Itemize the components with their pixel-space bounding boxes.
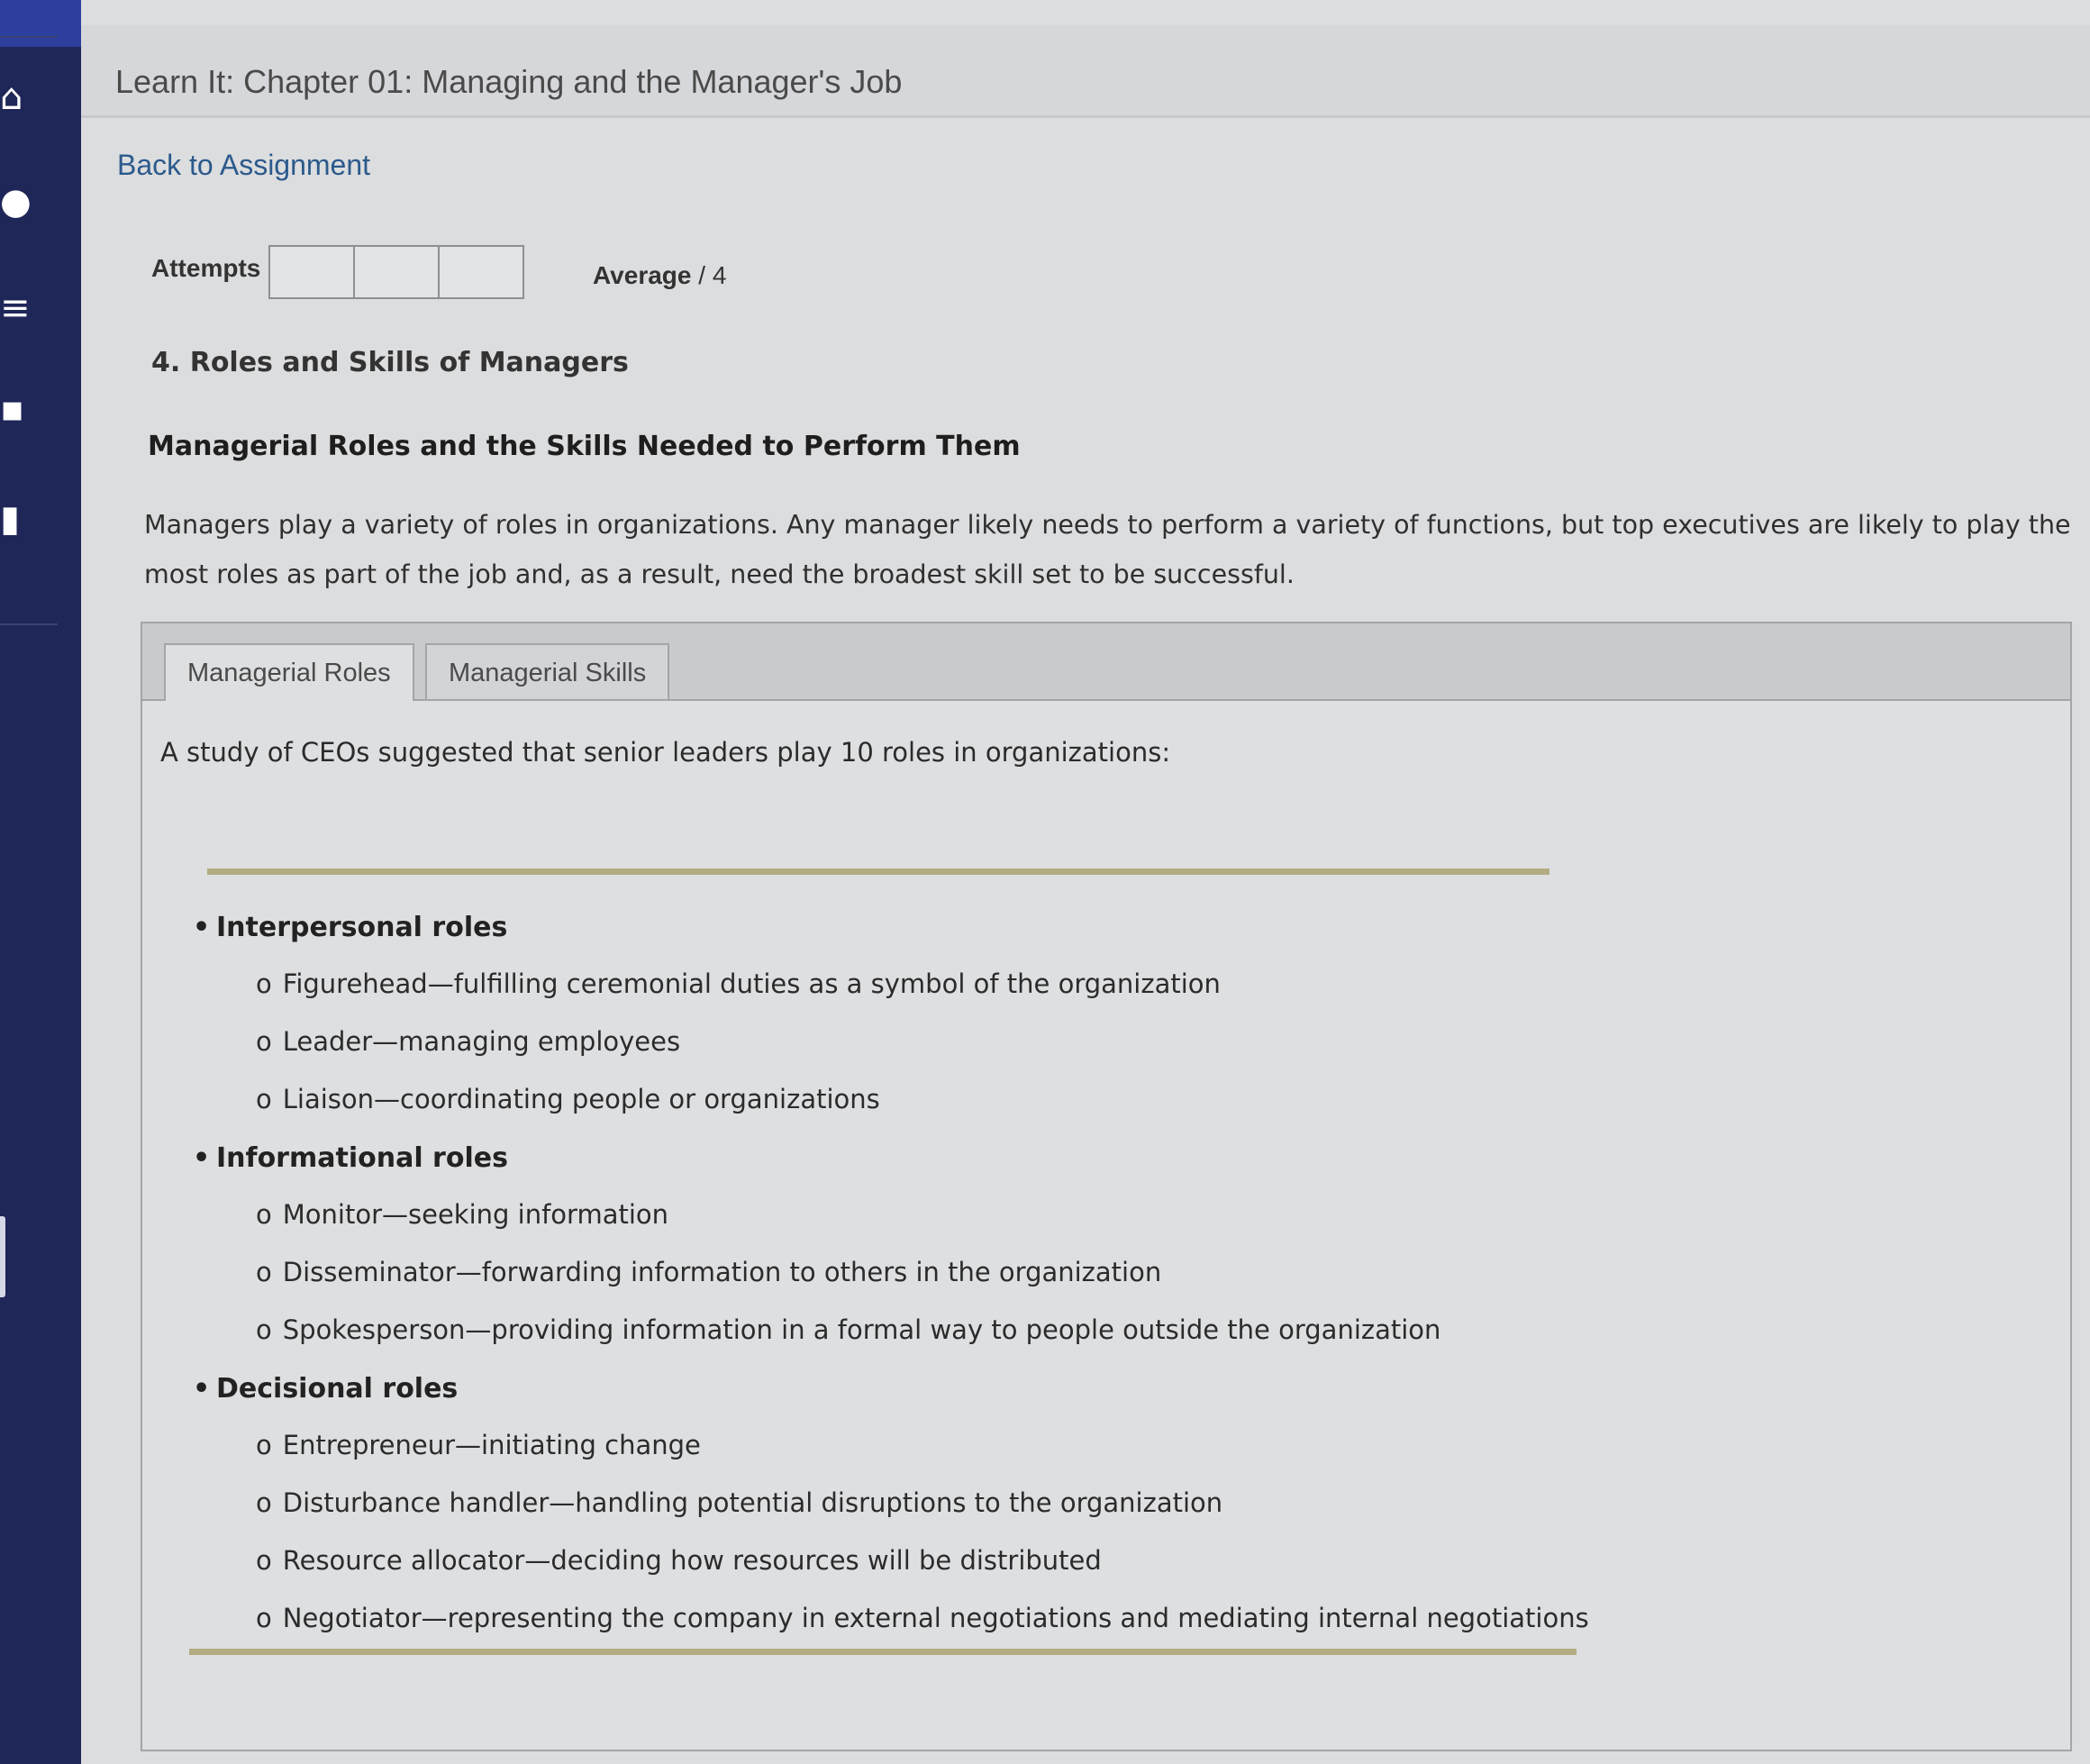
home-icon[interactable]: ⌂ — [0, 76, 36, 119]
role-group-label: Interpersonal roles — [216, 912, 508, 943]
sidebar-top-block — [0, 0, 81, 47]
sub-bullet-marker: o — [256, 1084, 272, 1114]
attempt-box — [440, 247, 522, 297]
role-item-text: Disturbance handler—handling potential d… — [282, 1487, 1223, 1518]
role-list-item: o Disseminator—forwarding information to … — [189, 1243, 1721, 1301]
back-to-assignment-link[interactable]: Back to Assignment — [117, 149, 370, 182]
role-list-item: o Liaison—coordinating people or organiza… — [189, 1070, 1721, 1128]
bullet-icon: • — [193, 912, 211, 943]
average-label: Average — [593, 261, 692, 289]
role-list-item: o Leader—managing employees — [189, 1013, 1721, 1070]
sub-bullet-marker: o — [256, 1430, 272, 1460]
tab-panel: Managerial Roles Managerial Skills A stu… — [141, 622, 2072, 1751]
roles-lead-text: A study of CEOs suggested that senior le… — [160, 737, 1171, 768]
main-page: Learn It: Chapter 01: Managing and the M… — [81, 0, 2090, 1764]
section-title: 4. Roles and Skills of Managers — [151, 347, 629, 378]
role-group-label: Decisional roles — [216, 1373, 459, 1405]
role-item-text: Entrepreneur—initiating change — [282, 1430, 701, 1460]
sub-bullet-marker: o — [256, 1314, 272, 1345]
document-icon[interactable]: ▮ — [0, 497, 36, 541]
title-bar: Learn It: Chapter 01: Managing and the M… — [81, 25, 2090, 118]
role-list-item: o Entrepreneur—initiating change — [189, 1416, 1721, 1474]
role-group: • Interpersonal roles o Figurehead—fulfilli… — [189, 901, 1721, 1128]
role-group: • Decisional roles o Entrepreneur—initiatin… — [189, 1362, 1721, 1647]
sidebar-divider — [0, 623, 58, 625]
sub-bullet-marker: o — [256, 1545, 272, 1576]
average-score: Average / 4 — [593, 261, 726, 290]
section-subtitle: Managerial Roles and the Skills Needed t… — [148, 431, 1021, 462]
roles-list: • Interpersonal roles o Figurehead—fulfilli… — [189, 901, 1721, 1650]
role-item-text: Figurehead—fulfilling ceremonial duties … — [282, 968, 1221, 999]
role-list-item: o Monitor—seeking information — [189, 1186, 1721, 1243]
attempts-label: Attempts — [151, 254, 261, 282]
role-group-title: • Interpersonal roles — [189, 901, 1721, 955]
sub-bullet-marker: o — [256, 1199, 272, 1230]
bottom-divider-rule — [189, 1649, 1577, 1655]
bullet-icon: • — [193, 1373, 211, 1405]
tab-managerial-skills[interactable]: Managerial Skills — [425, 643, 670, 699]
role-item-text: Resource allocator—deciding how resource… — [282, 1545, 1102, 1576]
top-divider-rule — [207, 868, 1549, 875]
attempt-boxes — [268, 245, 524, 299]
sub-bullet-marker: o — [256, 968, 272, 999]
chat-icon[interactable]: ▪ — [0, 387, 36, 431]
role-item-text: Negotiator—representing the company in e… — [282, 1603, 1589, 1633]
role-item-text: Liaison—coordinating people or organizat… — [282, 1084, 880, 1114]
tab-managerial-roles[interactable]: Managerial Roles — [164, 643, 414, 701]
attempt-box — [355, 247, 440, 297]
page-title: Learn It: Chapter 01: Managing and the M… — [115, 63, 903, 100]
help-icon[interactable]: ● — [0, 180, 36, 223]
sub-bullet-marker: o — [256, 1603, 272, 1633]
role-list-item: o Disturbance handler—handling potential … — [189, 1474, 1721, 1532]
bullet-icon: • — [193, 1142, 211, 1174]
role-item-text: Spokesperson—providing information in a … — [282, 1314, 1441, 1345]
role-list-item: o Spokesperson—providing information in a… — [189, 1301, 1721, 1359]
list-icon[interactable]: ≡ — [0, 286, 36, 330]
role-list-item: o Resource allocator—deciding how resourc… — [189, 1532, 1721, 1589]
average-suffix: / 4 — [698, 261, 727, 289]
intro-paragraph: Managers play a variety of roles in orga… — [144, 510, 2071, 589]
role-list-item: o Figurehead—fulfilling ceremonial duties… — [189, 955, 1721, 1013]
role-group-label: Informational roles — [216, 1142, 508, 1174]
role-group-title: • Decisional roles — [189, 1362, 1721, 1416]
role-item-text: Disseminator—forwarding information to o… — [282, 1257, 1162, 1287]
role-list-item: o Negotiator—representing the company in … — [189, 1589, 1721, 1647]
role-group: • Informational roles o Monitor—seeking inf… — [189, 1132, 1721, 1359]
sidebar-slider-handle[interactable] — [0, 1216, 5, 1297]
role-group-title: • Informational roles — [189, 1132, 1721, 1186]
role-item-text: Monitor—seeking information — [282, 1199, 669, 1230]
sub-bullet-marker: o — [256, 1487, 272, 1518]
attempt-box — [270, 247, 355, 297]
sidebar-divider — [0, 36, 58, 38]
left-sidebar: ⌂ ● ≡ ▪ ▮ — [0, 0, 81, 1764]
role-item-text: Leader—managing employees — [282, 1026, 681, 1057]
sub-bullet-marker: o — [256, 1257, 272, 1287]
sub-bullet-marker: o — [256, 1026, 272, 1057]
tab-strip: Managerial Roles Managerial Skills — [142, 623, 2070, 701]
